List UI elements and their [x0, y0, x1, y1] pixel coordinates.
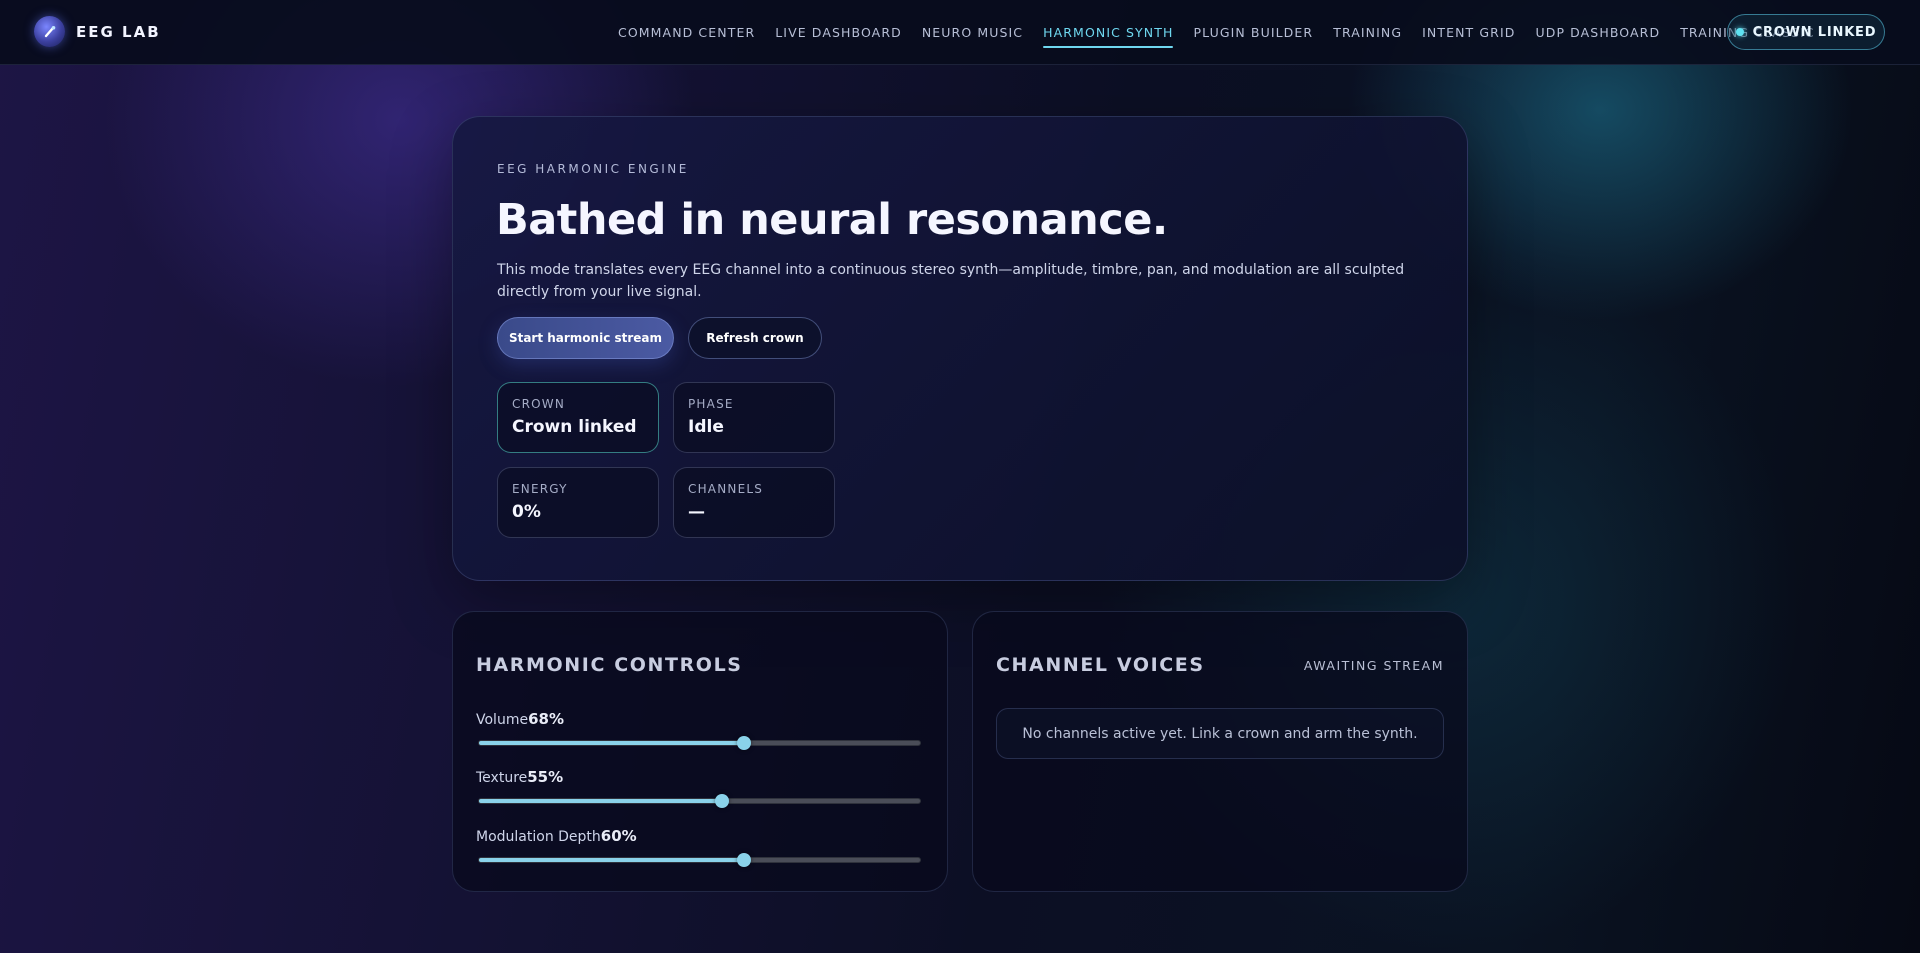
stat-label: ENERGY	[512, 482, 568, 496]
hero-eyebrow: EEG HARMONIC ENGINE	[497, 162, 689, 176]
harmonic-controls-panel: HARMONIC CONTROLS Volume68% Texture55% M…	[452, 611, 948, 892]
stat-label: CROWN	[512, 397, 566, 411]
nav-item-udp-dashboard[interactable]: UDP DASHBOARD	[1535, 19, 1660, 46]
hero-card: EEG HARMONIC ENGINE Bathed in neural res…	[452, 116, 1468, 581]
slider-value: 68%	[528, 710, 564, 728]
stat-card-energy: ENERGY 0%	[497, 467, 659, 538]
slider-fill	[479, 799, 722, 803]
panel-title: HARMONIC CONTROLS	[476, 654, 743, 676]
top-nav-bar: EEG LAB COMMAND CENTER LIVE DASHBOARD NE…	[0, 0, 1920, 65]
stat-label: PHASE	[688, 397, 734, 411]
nav-item-live-dashboard[interactable]: LIVE DASHBOARD	[775, 19, 902, 46]
brand[interactable]: EEG LAB	[34, 16, 161, 47]
refresh-crown-button[interactable]: Refresh crown	[688, 317, 822, 359]
page-title: Bathed in neural resonance.	[496, 195, 1168, 245]
panel-title: CHANNEL VOICES	[996, 654, 1205, 676]
nav-item-intent-grid[interactable]: INTENT GRID	[1422, 19, 1515, 46]
texture-slider[interactable]	[478, 794, 921, 808]
stat-value: Idle	[688, 417, 724, 437]
start-harmonic-stream-button[interactable]: Start harmonic stream	[497, 317, 674, 359]
stream-status: AWAITING STREAM	[1303, 658, 1444, 673]
slider-name: Modulation Depth	[476, 829, 601, 845]
stat-card-channels: CHANNELS —	[673, 467, 835, 538]
modulation-depth-slider[interactable]	[478, 853, 921, 867]
eeg-probe-icon	[34, 16, 65, 47]
channel-voices-panel: CHANNEL VOICES AWAITING STREAM No channe…	[972, 611, 1468, 892]
status-dot-icon	[1735, 28, 1744, 36]
stat-value: 0%	[512, 502, 541, 522]
stat-card-crown: CROWN Crown linked	[497, 382, 659, 453]
hero-description: This mode translates every EEG channel i…	[497, 262, 1405, 300]
main-nav: COMMAND CENTER LIVE DASHBOARD NEURO MUSI…	[618, 0, 1835, 65]
nav-item-harmonic-synth[interactable]: HARMONIC SYNTH	[1043, 19, 1174, 48]
slider-name: Texture	[476, 770, 528, 786]
volume-slider[interactable]	[478, 736, 921, 750]
nav-item-command-center[interactable]: COMMAND CENTER	[618, 19, 755, 46]
nav-item-training[interactable]: TRAINING	[1333, 19, 1402, 46]
slider-fill	[479, 858, 744, 862]
texture-label: Texture55%	[476, 768, 563, 786]
slider-fill	[479, 741, 744, 745]
modulation-depth-label: Modulation Depth60%	[476, 827, 637, 845]
stat-value: —	[688, 502, 705, 522]
slider-thumb[interactable]	[714, 794, 729, 808]
slider-thumb[interactable]	[736, 736, 751, 750]
slider-value: 55%	[527, 768, 564, 786]
empty-state-message: No channels active yet. Link a crown and…	[996, 708, 1444, 759]
stat-value: Crown linked	[512, 417, 637, 437]
brand-name: EEG LAB	[76, 22, 161, 41]
nav-item-neuro-music[interactable]: NEURO MUSIC	[922, 19, 1023, 46]
volume-label: Volume68%	[476, 710, 564, 728]
slider-thumb[interactable]	[736, 853, 751, 867]
crown-status-label: CROWN LINKED	[1752, 24, 1877, 40]
slider-value: 60%	[600, 827, 637, 845]
crown-status-pill[interactable]: CROWN LINKED	[1727, 14, 1885, 50]
stat-card-phase: PHASE Idle	[673, 382, 835, 453]
stat-label: CHANNELS	[688, 482, 764, 496]
slider-name: Volume	[476, 712, 529, 728]
nav-item-plugin-builder[interactable]: PLUGIN BUILDER	[1193, 19, 1313, 46]
